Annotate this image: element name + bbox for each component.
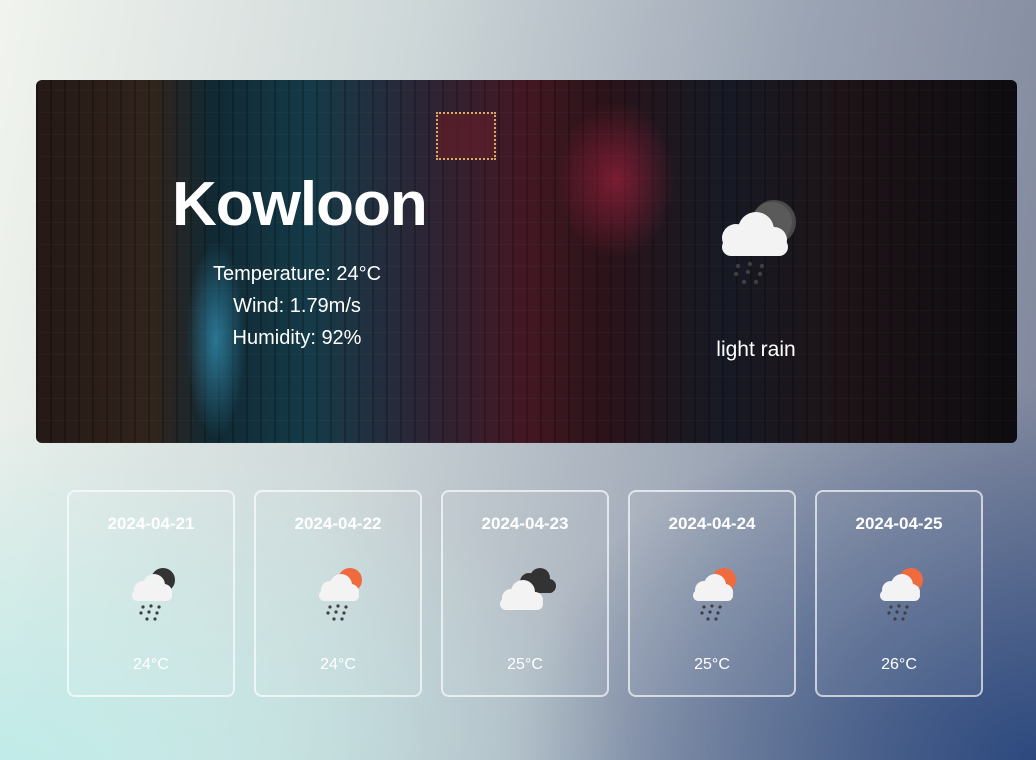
background-glow <box>556 100 676 260</box>
forecast-date: 2024-04-23 <box>481 514 569 533</box>
humidity-text: Humidity: 92% <box>232 327 362 349</box>
forecast-temp: 24°C <box>133 656 169 673</box>
current-weather-panel: Kowloon Temperature: 24°C Wind: 1.79m/s … <box>36 80 1017 443</box>
forecast-temp: 25°C <box>507 656 543 673</box>
current-stats: Temperature: 24°C Wind: 1.79m/s Humidity… <box>162 258 432 354</box>
forecast-date: 2024-04-21 <box>107 514 195 533</box>
sun-cloud-rain-icon <box>319 568 362 621</box>
temperature-text: Temperature: 24°C <box>212 263 382 285</box>
forecast-card: 2024-04-25 26°C <box>815 490 983 697</box>
forecast-card: 2024-04-21 24°C <box>67 490 235 697</box>
forecast-temp: 24°C <box>320 656 356 673</box>
forecast-temp: 26°C <box>881 656 917 673</box>
forecast-card: 2024-04-23 25°C <box>441 490 609 697</box>
wind-text: Wind: 1.79m/s <box>233 295 361 317</box>
forecast-date: 2024-04-25 <box>855 514 943 533</box>
forecast-card: 2024-04-22 24°C <box>254 490 422 697</box>
forecast-date: 2024-04-22 <box>294 514 382 533</box>
dark-cloud-rain-icon <box>132 568 175 621</box>
forecast-card: 2024-04-24 25°C <box>628 490 796 697</box>
forecast-temp: 25°C <box>694 656 730 673</box>
forecast-date: 2024-04-24 <box>668 514 756 533</box>
sun-cloud-rain-icon <box>693 568 736 621</box>
background-sign <box>436 112 496 160</box>
broken-clouds-icon <box>500 568 556 610</box>
dark-cloud-rain-icon <box>722 200 796 285</box>
weather-description: light rain <box>716 338 796 361</box>
sun-cloud-rain-icon <box>880 568 923 621</box>
city-name: Kowloon <box>172 170 428 239</box>
